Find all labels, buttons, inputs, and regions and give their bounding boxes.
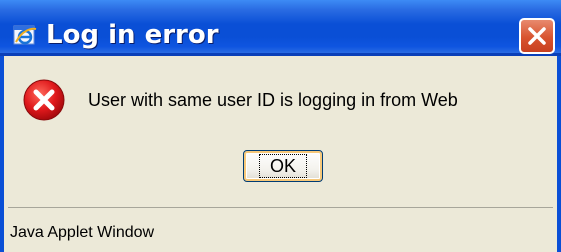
- window-frame-left: [0, 56, 4, 252]
- error-icon: [22, 78, 66, 122]
- ok-button-label: OK: [258, 154, 308, 178]
- error-message: User with same user ID is logging in fro…: [88, 90, 458, 110]
- internet-explorer-icon: [12, 22, 38, 48]
- ok-button[interactable]: OK: [243, 150, 323, 182]
- status-bar-text: Java Applet Window: [10, 224, 155, 241]
- close-button[interactable]: [519, 18, 555, 54]
- window-frame-right: [557, 56, 561, 252]
- error-dialog: Log in error User with same user ID is l…: [0, 0, 561, 252]
- title-bar[interactable]: Log in error: [0, 0, 561, 56]
- window-title: Log in error: [46, 20, 219, 50]
- status-bar: Java Applet Window: [8, 207, 553, 248]
- close-icon: [528, 27, 546, 45]
